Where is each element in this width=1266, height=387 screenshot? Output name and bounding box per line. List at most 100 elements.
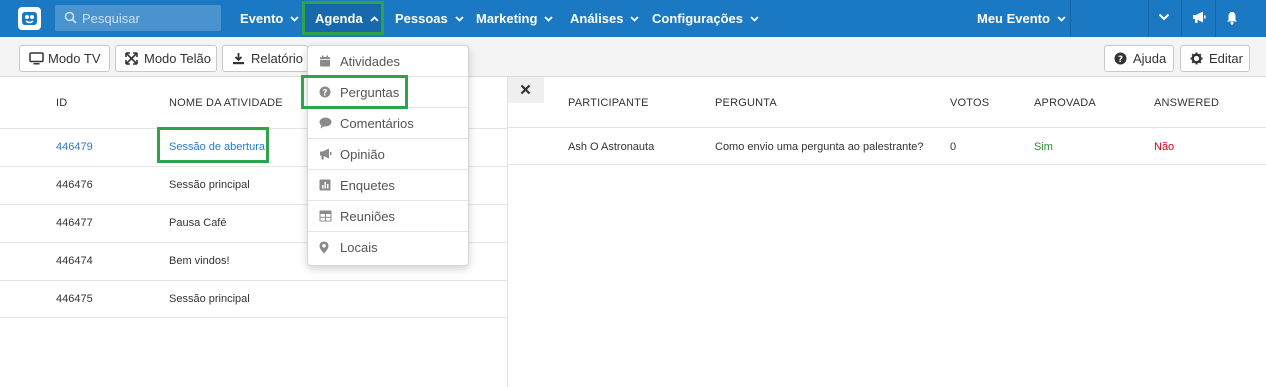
- nav-divider: [1181, 0, 1182, 37]
- nav-pessoas[interactable]: Pessoas: [395, 0, 464, 37]
- notifications-button[interactable]: [1218, 0, 1248, 37]
- modo-tv-button[interactable]: Modo TV: [19, 45, 110, 72]
- column-header-id: ID: [56, 97, 68, 109]
- menu-item-opiniao[interactable]: Opinião: [308, 139, 468, 170]
- nav-analises-label: Análises: [570, 11, 624, 26]
- comment-icon: [319, 117, 332, 129]
- answered-status[interactable]: Não: [1154, 141, 1174, 153]
- question-circle-icon: ?: [1114, 52, 1127, 65]
- gear-icon: [1190, 52, 1203, 65]
- nav-divider: [1148, 0, 1149, 37]
- nav-divider: [1215, 0, 1216, 37]
- questions-panel: PARTICIPANTE PERGUNTA VOTOS APROVADA ANS…: [508, 77, 1266, 387]
- approved-status[interactable]: Sim: [1034, 141, 1053, 153]
- ajuda-button[interactable]: ? Ajuda: [1104, 45, 1174, 72]
- nav-configuracoes-label: Configurações: [652, 11, 744, 26]
- nav-agenda[interactable]: Agenda: [315, 0, 379, 37]
- chevron-down-icon: [1057, 16, 1066, 22]
- question-text: Como envio uma pergunta ao palestrante?: [715, 141, 924, 153]
- close-panel-button[interactable]: [508, 77, 544, 103]
- relatorio-button[interactable]: Relatório: [222, 45, 308, 72]
- menu-item-label: Locais: [340, 240, 378, 255]
- activity-id: 446475: [56, 293, 93, 305]
- column-header-participant: PARTICIPANTE: [568, 97, 649, 109]
- table-row[interactable]: Ash O Astronauta Como envio uma pergunta…: [508, 127, 1266, 165]
- expand-arrows-icon: [125, 52, 138, 65]
- nav-divider: [1070, 0, 1071, 37]
- menu-item-label: Reuniões: [340, 209, 395, 224]
- activity-id: 446474: [56, 255, 93, 267]
- menu-item-label: Comentários: [340, 116, 414, 131]
- menu-item-enquetes[interactable]: Enquetes: [308, 170, 468, 201]
- editar-button[interactable]: Editar: [1180, 45, 1250, 72]
- nav-more-dropdown[interactable]: [1150, 0, 1180, 37]
- activity-name: Pausa Café: [169, 217, 227, 229]
- chevron-up-icon: [370, 16, 379, 22]
- search-box[interactable]: [55, 5, 221, 31]
- announcements-button[interactable]: [1184, 0, 1214, 37]
- chevron-down-icon: [544, 16, 554, 22]
- modo-tv-label: Modo TV: [48, 51, 101, 66]
- app-logo[interactable]: [18, 7, 41, 30]
- chevron-down-icon: [290, 16, 299, 22]
- poll-chart-icon: [319, 179, 331, 191]
- participant-name: Ash O Astronauta: [568, 141, 655, 153]
- activity-name: Sessão principal: [169, 293, 250, 305]
- table-row[interactable]: 446475 Sessão principal: [0, 280, 508, 318]
- activity-id[interactable]: 446479: [56, 141, 93, 153]
- nav-agenda-label: Agenda: [315, 11, 363, 26]
- nav-configuracoes[interactable]: Configurações: [652, 0, 759, 37]
- megaphone-icon: [320, 148, 332, 160]
- modo-telao-button[interactable]: Modo Telão: [115, 45, 217, 72]
- svg-text:?: ?: [1118, 55, 1123, 65]
- nav-marketing[interactable]: Marketing: [476, 0, 554, 37]
- activity-id: 446476: [56, 179, 93, 191]
- nav-evento[interactable]: Evento: [240, 0, 299, 37]
- chevron-down-icon: [630, 16, 640, 22]
- activity-highlight-box: [157, 127, 269, 163]
- menu-item-label: Opinião: [340, 147, 385, 162]
- nav-meu-evento-label: Meu Evento: [977, 11, 1050, 26]
- perguntas-highlight-box: [301, 75, 408, 109]
- close-icon: [520, 84, 531, 95]
- activity-id: 446477: [56, 217, 93, 229]
- nav-pessoas-label: Pessoas: [395, 11, 448, 26]
- relatorio-label: Relatório: [251, 51, 304, 66]
- column-header-votes: VOTOS: [950, 97, 990, 109]
- chevron-down-icon: [455, 16, 464, 22]
- toolbar: Modo TV Modo Telão Relatório ? Ajuda Edi…: [0, 37, 1266, 77]
- calendar-icon: [320, 55, 330, 67]
- search-icon: [64, 11, 77, 24]
- search-input[interactable]: [82, 5, 218, 31]
- column-header-name: NOME DA ATIVIDADE: [169, 97, 283, 109]
- monitor-icon: [29, 52, 44, 65]
- activity-name: Sessão principal: [169, 179, 250, 191]
- modo-telao-label: Modo Telão: [144, 51, 211, 66]
- nav-marketing-label: Marketing: [476, 11, 538, 26]
- column-header-answered: ANSWERED: [1154, 97, 1220, 109]
- nav-evento-label: Evento: [240, 11, 284, 26]
- menu-item-label: Atividades: [340, 54, 400, 69]
- menu-item-label: Enquetes: [340, 178, 395, 193]
- chevron-down-icon: [750, 16, 759, 22]
- menu-item-locais[interactable]: Locais: [308, 232, 468, 263]
- map-marker-icon: [319, 241, 329, 254]
- top-navbar: Evento Agenda Pessoas Marketing Análises…: [0, 0, 1266, 37]
- activity-name: Bem vindos!: [169, 255, 230, 267]
- nav-analises[interactable]: Análises: [570, 0, 640, 37]
- logo-icon: [22, 12, 37, 25]
- votes-count: 0: [950, 141, 957, 153]
- chevron-down-icon: [1158, 13, 1170, 21]
- bell-icon: [1227, 12, 1237, 25]
- menu-item-atividades[interactable]: Atividades: [308, 46, 468, 77]
- ajuda-label: Ajuda: [1133, 51, 1167, 66]
- download-icon: [233, 53, 244, 65]
- menu-item-reunioes[interactable]: Reuniões: [308, 201, 468, 232]
- column-header-question: PERGUNTA: [715, 97, 777, 109]
- menu-item-comentarios[interactable]: Comentários: [308, 108, 468, 139]
- editar-label: Editar: [1209, 51, 1243, 66]
- megaphone-icon: [1193, 11, 1206, 23]
- nav-meu-evento[interactable]: Meu Evento: [977, 0, 1066, 37]
- table-icon: [319, 210, 332, 222]
- column-header-approved: APROVADA: [1034, 97, 1096, 109]
